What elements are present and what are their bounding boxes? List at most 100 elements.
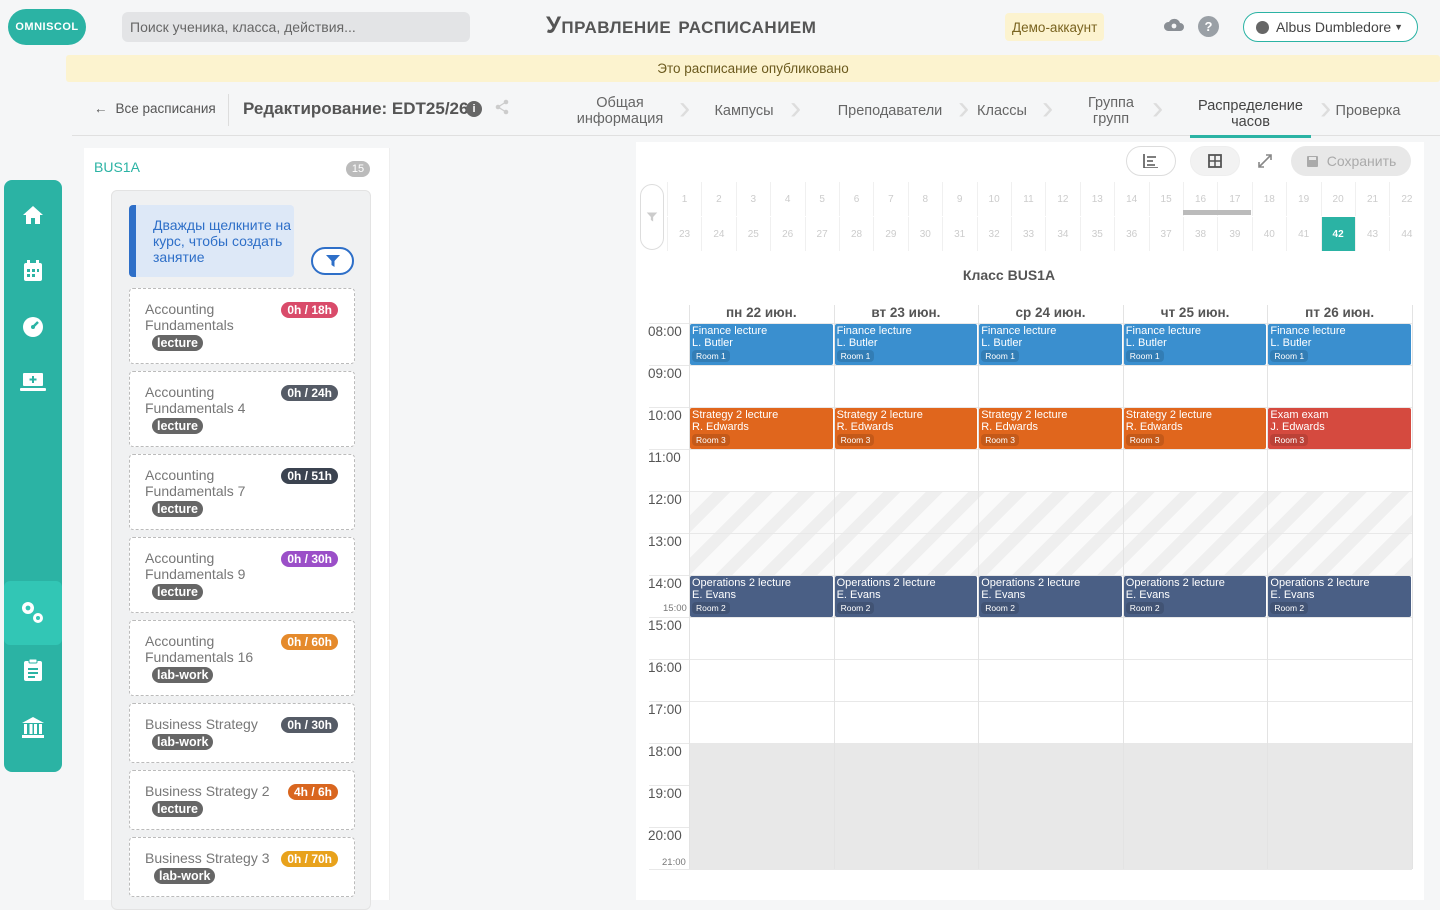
lesson-event[interactable]: Finance lecture L. Butler Room 1 — [1268, 324, 1411, 365]
week-13[interactable]: 13 — [1079, 182, 1114, 216]
back-link[interactable]: ← Все расписания — [94, 101, 216, 116]
week-35[interactable]: 35 — [1079, 217, 1114, 251]
lesson-event[interactable]: Strategy 2 lecture R. Edwards Room 3 — [834, 408, 978, 449]
week-22[interactable]: 22 — [1389, 182, 1423, 216]
grid-view-button[interactable] — [1190, 146, 1240, 176]
course-card[interactable]: Business Strategy 2 4h / 6h lecture — [129, 770, 355, 830]
week-20[interactable]: 20 — [1320, 182, 1355, 216]
step-hours-distribution[interactable]: Распределение часов — [1190, 92, 1311, 138]
list-view-button[interactable] — [1126, 146, 1176, 176]
lesson-event[interactable]: Strategy 2 lecture R. Edwards Room 3 — [690, 408, 833, 449]
lesson-event[interactable]: Exam exam J. Edwards Room 3 — [1268, 408, 1411, 449]
week-4[interactable]: 4 — [770, 182, 804, 216]
lesson-event[interactable]: Finance lecture L. Butler Room 1 — [979, 324, 1122, 365]
week-9[interactable]: 9 — [942, 182, 976, 216]
step-classes[interactable]: Классы — [967, 92, 1037, 130]
user-menu[interactable]: Albus Dumbledore ▼ — [1243, 12, 1418, 42]
course-card[interactable]: Business Strategy 3 0h / 70h lab-work — [129, 837, 355, 897]
lesson-event[interactable]: Strategy 2 lecture R. Edwards Room 3 — [979, 408, 1122, 449]
expand-button[interactable] — [1250, 146, 1280, 176]
week-6[interactable]: 6 — [839, 182, 873, 216]
clipboard-icon[interactable] — [4, 650, 62, 690]
week-39[interactable]: 39 — [1217, 217, 1251, 251]
dashboard-icon[interactable] — [4, 307, 62, 347]
step-group-of-groups[interactable]: Группа групп — [1076, 92, 1146, 130]
week-36[interactable]: 36 — [1114, 217, 1148, 251]
course-card[interactable]: Business Strategy 0h / 30h lab-work — [129, 703, 355, 763]
week-42[interactable]: 42 — [1320, 217, 1355, 251]
calendar-icon[interactable] — [4, 251, 62, 291]
week-32[interactable]: 32 — [976, 217, 1011, 251]
help-icon[interactable]: ? — [1198, 16, 1219, 37]
cloud-settings-icon[interactable] — [1162, 15, 1188, 37]
info-icon[interactable]: i — [466, 101, 482, 117]
demo-badge[interactable]: Демо-аккаунт — [1005, 13, 1105, 41]
week-29[interactable]: 29 — [873, 217, 907, 251]
course-type-badge: lab-work — [152, 734, 214, 750]
week-38[interactable]: 38 — [1183, 217, 1217, 251]
lesson-event[interactable]: Operations 2 lecture E. Evans Room 2 — [690, 576, 833, 617]
course-card[interactable]: Accounting Fundamentals 0h / 18h lecture — [129, 288, 355, 364]
course-card[interactable]: Accounting Fundamentals 9 0h / 30h lecture — [129, 537, 355, 613]
week-43[interactable]: 43 — [1355, 217, 1389, 251]
save-button[interactable]: Сохранить — [1291, 146, 1411, 176]
lesson-event[interactable]: Strategy 2 lecture R. Edwards Room 3 — [1123, 408, 1267, 449]
lesson-event[interactable]: Operations 2 lecture E. Evans Room 2 — [979, 576, 1122, 617]
week-23[interactable]: 23 — [667, 217, 701, 251]
expand-icon — [1258, 154, 1272, 168]
lesson-event[interactable]: Finance lecture L. Butler Room 1 — [1123, 324, 1267, 365]
lesson-event[interactable]: Operations 2 lecture E. Evans Room 2 — [1123, 576, 1267, 617]
lesson-event[interactable]: Operations 2 lecture E. Evans Room 2 — [834, 576, 978, 617]
lesson-event[interactable]: Finance lecture L. Butler Room 1 — [834, 324, 978, 365]
class-name[interactable]: BUS1A — [94, 159, 140, 175]
week-30[interactable]: 30 — [907, 217, 942, 251]
week-2[interactable]: 2 — [701, 182, 735, 216]
hour-label-small: 21:00 — [662, 857, 686, 868]
week-7[interactable]: 7 — [873, 182, 907, 216]
week-28[interactable]: 28 — [839, 217, 873, 251]
week-18[interactable]: 18 — [1251, 182, 1286, 216]
week-33[interactable]: 33 — [1011, 217, 1045, 251]
week-25[interactable]: 25 — [735, 217, 770, 251]
week-14[interactable]: 14 — [1114, 182, 1148, 216]
week-10[interactable]: 10 — [976, 182, 1011, 216]
course-card[interactable]: Accounting Fundamentals 7 0h / 51h lecture — [129, 454, 355, 530]
filter-button[interactable] — [311, 247, 354, 275]
monitor-icon[interactable] — [4, 362, 62, 402]
lesson-event[interactable]: Operations 2 lecture E. Evans Room 2 — [1268, 576, 1411, 617]
step-review[interactable]: Проверка — [1328, 92, 1408, 130]
institution-icon[interactable] — [4, 707, 62, 747]
week-1[interactable]: 1 — [667, 182, 701, 216]
week-44[interactable]: 44 — [1389, 217, 1423, 251]
app-logo[interactable]: OMNISCOL — [8, 9, 86, 45]
week-21[interactable]: 21 — [1355, 182, 1389, 216]
search-input[interactable] — [122, 12, 470, 42]
week-3[interactable]: 3 — [735, 182, 770, 216]
step-campuses[interactable]: Кампусы — [704, 92, 784, 130]
week-34[interactable]: 34 — [1045, 217, 1079, 251]
week-12[interactable]: 12 — [1045, 182, 1079, 216]
course-card[interactable]: Accounting Fundamentals 4 0h / 24h lecture — [129, 371, 355, 447]
lesson-event[interactable]: Finance lecture L. Butler Room 1 — [690, 324, 833, 365]
week-15[interactable]: 15 — [1148, 182, 1183, 216]
week-5[interactable]: 5 — [804, 182, 839, 216]
step-general-info[interactable]: Общая информация — [560, 92, 680, 130]
step-teachers[interactable]: Преподаватели — [830, 92, 950, 130]
week-41[interactable]: 41 — [1286, 217, 1320, 251]
week-31[interactable]: 31 — [942, 217, 976, 251]
week-27[interactable]: 27 — [804, 217, 839, 251]
settings-icon[interactable] — [4, 581, 62, 645]
week-40[interactable]: 40 — [1251, 217, 1286, 251]
week-26[interactable]: 26 — [770, 217, 804, 251]
week-19[interactable]: 19 — [1286, 182, 1320, 216]
event-title: Operations 2 lecture — [692, 577, 792, 589]
week-11[interactable]: 11 — [1011, 182, 1045, 216]
week-8[interactable]: 8 — [907, 182, 942, 216]
home-icon[interactable] — [4, 195, 62, 235]
week-filter-icon[interactable] — [640, 184, 664, 250]
course-card[interactable]: Accounting Fundamentals 16 0h / 60h lab-wo… — [129, 620, 355, 696]
event-title: Operations 2 lecture — [981, 577, 1081, 589]
share-icon[interactable] — [494, 99, 510, 120]
week-24[interactable]: 24 — [701, 217, 735, 251]
week-37[interactable]: 37 — [1148, 217, 1183, 251]
